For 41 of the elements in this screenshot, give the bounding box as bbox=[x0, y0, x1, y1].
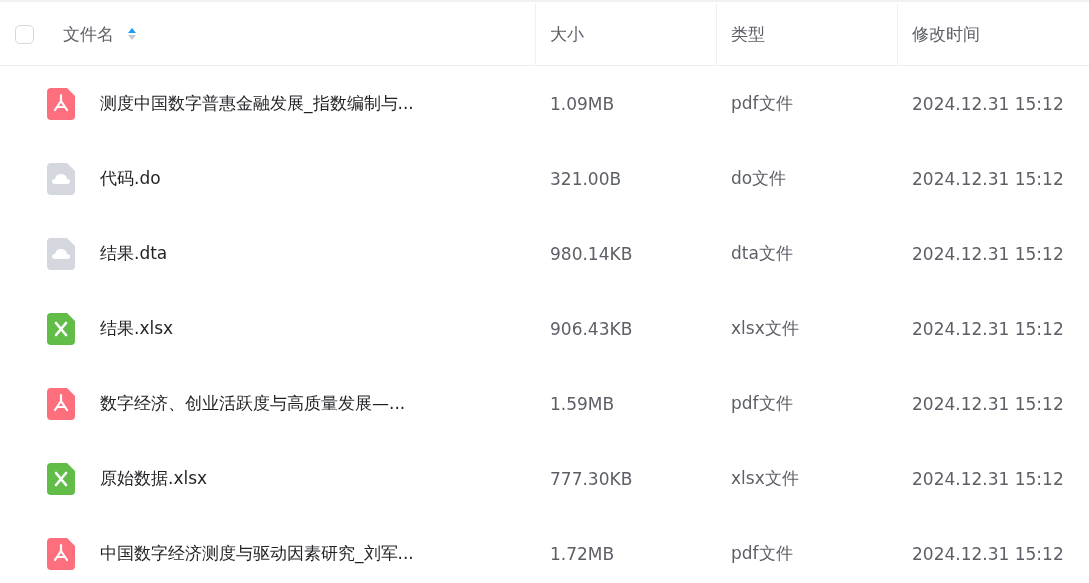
spreadsheet-file-icon bbox=[47, 312, 75, 345]
file-size: 777.30KB bbox=[550, 468, 633, 489]
select-all-checkbox[interactable] bbox=[15, 24, 34, 44]
file-size: 1.59MB bbox=[550, 393, 615, 414]
file-type: xlsx文件 bbox=[731, 467, 799, 490]
file-size: 906.43KB bbox=[550, 318, 633, 339]
file-name[interactable]: 结果.dta bbox=[100, 242, 168, 265]
file-type: xlsx文件 bbox=[731, 317, 799, 340]
file-size: 980.14KB bbox=[550, 243, 633, 264]
cloud-file-icon bbox=[47, 237, 75, 270]
pdf-file-icon bbox=[47, 537, 75, 570]
column-header[interactable]: 修改时间 bbox=[912, 22, 980, 46]
column-header[interactable]: 类型 bbox=[731, 22, 765, 46]
modified-time: 2024.12.31 15:12 bbox=[912, 468, 1064, 489]
pdf-file-icon bbox=[47, 87, 75, 120]
modified-time: 2024.12.31 15:12 bbox=[912, 93, 1064, 114]
pdf-file-icon bbox=[47, 387, 75, 420]
file-type: do文件 bbox=[731, 167, 787, 190]
spreadsheet-file-icon bbox=[47, 462, 75, 495]
file-name[interactable]: 代码.do bbox=[100, 167, 161, 190]
sort-icon[interactable] bbox=[128, 27, 136, 41]
modified-time: 2024.12.31 15:12 bbox=[912, 168, 1064, 189]
modified-time: 2024.12.31 15:12 bbox=[912, 243, 1064, 264]
file-type: pdf文件 bbox=[731, 92, 793, 115]
file-type: pdf文件 bbox=[731, 542, 793, 565]
file-name[interactable]: 中国数字经济测度与驱动因素研究_刘军... bbox=[100, 542, 414, 565]
column-header[interactable]: 大小 bbox=[550, 22, 584, 46]
modified-time: 2024.12.31 15:12 bbox=[912, 393, 1064, 414]
column-header[interactable]: 文件名 bbox=[63, 22, 114, 46]
file-name[interactable]: 结果.xlsx bbox=[100, 317, 174, 340]
file-size: 321.00B bbox=[550, 168, 622, 189]
cloud-file-icon bbox=[47, 162, 75, 195]
file-name[interactable]: 原始数据.xlsx bbox=[100, 467, 208, 490]
file-name[interactable]: 数字经济、创业活跃度与高质量发展—... bbox=[100, 392, 406, 415]
file-type: dta文件 bbox=[731, 242, 793, 265]
modified-time: 2024.12.31 15:12 bbox=[912, 543, 1064, 564]
file-size: 1.72MB bbox=[550, 543, 615, 564]
file-type: pdf文件 bbox=[731, 392, 793, 415]
file-name[interactable]: 测度中国数字普惠金融发展_指数编制与... bbox=[100, 92, 414, 115]
file-size: 1.09MB bbox=[550, 93, 615, 114]
modified-time: 2024.12.31 15:12 bbox=[912, 318, 1064, 339]
